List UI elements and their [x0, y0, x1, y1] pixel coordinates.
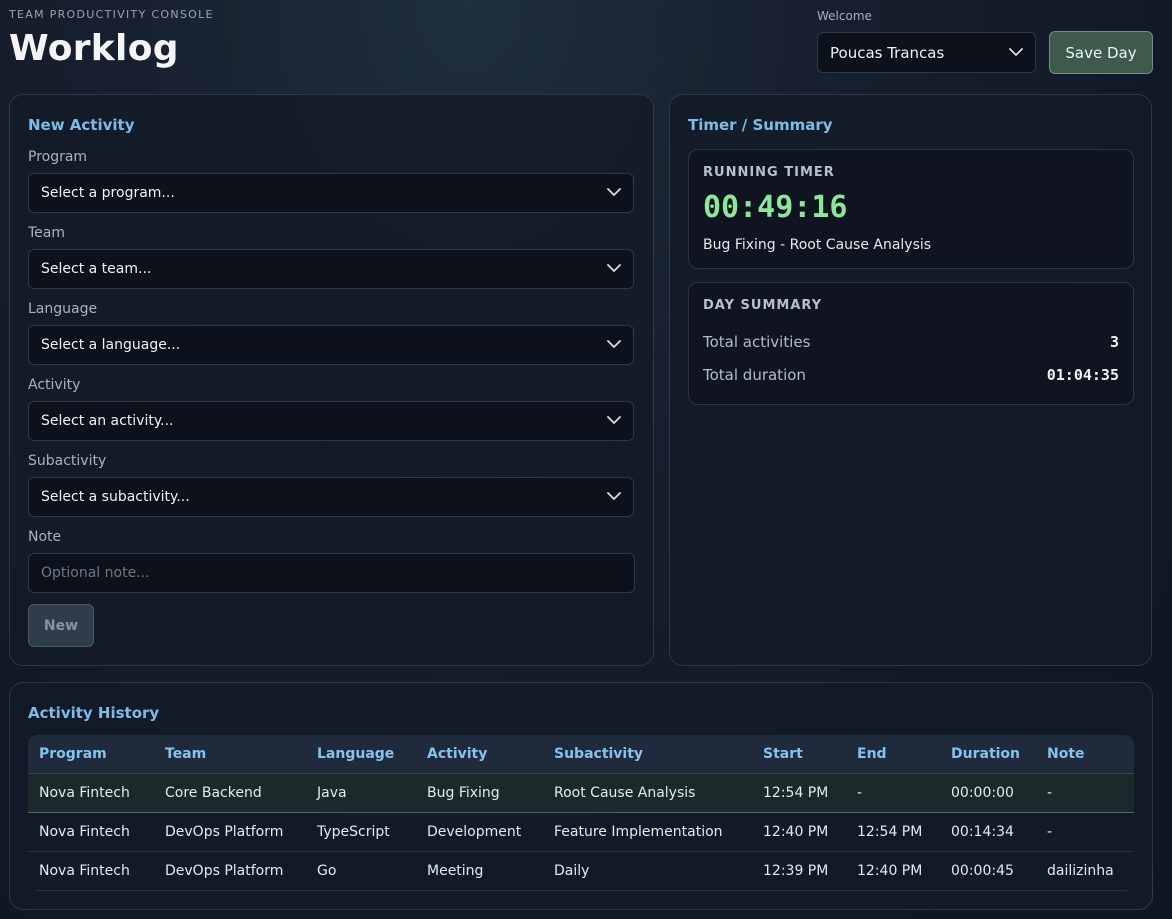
eyebrow-label: TEAM PRODUCTIVITY CONSOLE — [9, 8, 214, 21]
cell-note: dailizinha — [1036, 851, 1134, 891]
activity-select[interactable]: Select an activity... — [28, 401, 634, 441]
running-timer-panel: RUNNING TIMER 00:49:16 Bug Fixing - Root… — [688, 149, 1134, 269]
cell-program: Nova Fintech — [28, 851, 154, 891]
user-select[interactable]: Poucas Trancas — [817, 32, 1036, 73]
total-activities-value: 3 — [1109, 333, 1119, 351]
cell-program: Nova Fintech — [28, 773, 154, 813]
save-day-button[interactable]: Save Day — [1049, 31, 1153, 74]
cell-activity: Development — [416, 812, 543, 852]
chevron-down-icon — [607, 416, 621, 424]
cell-start: 12:54 PM — [752, 773, 846, 813]
language-label: Language — [28, 301, 98, 317]
day-summary-heading: DAY SUMMARY — [703, 298, 823, 313]
col-start[interactable]: Start — [752, 735, 846, 774]
col-duration[interactable]: Duration — [940, 735, 1036, 774]
subactivity-select[interactable]: Select a subactivity... — [28, 477, 634, 517]
cell-end: 12:54 PM — [846, 812, 940, 852]
col-note[interactable]: Note — [1036, 735, 1134, 774]
page-title: Worklog — [9, 28, 179, 69]
cell-end: - — [846, 773, 940, 813]
col-language[interactable]: Language — [306, 735, 416, 774]
new-activity-title: New Activity — [28, 116, 135, 134]
day-summary-panel: DAY SUMMARY Total activities 3 Total dur… — [688, 282, 1134, 405]
chevron-down-icon — [607, 492, 621, 500]
language-select[interactable]: Select a language... — [28, 325, 634, 365]
total-duration-label: Total duration — [703, 366, 806, 384]
timer-summary-card: Timer / Summary RUNNING TIMER 00:49:16 B… — [669, 94, 1152, 666]
col-subactivity[interactable]: Subactivity — [543, 735, 752, 774]
col-team[interactable]: Team — [154, 735, 306, 774]
team-select-value: Select a team... — [41, 261, 152, 277]
table-row[interactable]: Nova Fintech DevOps Platform Go Meeting … — [28, 851, 1134, 891]
total-activities-label: Total activities — [703, 333, 811, 351]
new-button[interactable]: New — [28, 604, 94, 647]
cell-activity: Meeting — [416, 851, 543, 891]
history-table: Program Team Language Activity Subactivi… — [28, 735, 1134, 891]
cell-note: - — [1036, 812, 1134, 852]
user-select-value: Poucas Trancas — [830, 43, 945, 62]
history-header-row: Program Team Language Activity Subactivi… — [28, 735, 1134, 774]
cell-team: DevOps Platform — [154, 851, 306, 891]
total-duration-value: 01:04:35 — [1046, 366, 1119, 384]
chevron-down-icon — [607, 264, 621, 272]
cell-activity: Bug Fixing — [416, 773, 543, 813]
chevron-down-icon — [1009, 47, 1023, 56]
language-select-value: Select a language... — [41, 337, 181, 353]
timer-summary-title: Timer / Summary — [688, 116, 833, 134]
new-activity-card: New Activity Program Select a program...… — [9, 94, 654, 666]
activity-label: Activity — [28, 377, 81, 393]
running-timer-heading: RUNNING TIMER — [703, 165, 835, 180]
history-table-wrap: Program Team Language Activity Subactivi… — [28, 735, 1134, 891]
activity-history-title: Activity History — [28, 704, 160, 722]
cell-start: 12:40 PM — [752, 812, 846, 852]
cell-language: Go — [306, 851, 416, 891]
table-row[interactable]: Nova Fintech DevOps Platform TypeScript … — [28, 812, 1134, 852]
cell-start: 12:39 PM — [752, 851, 846, 891]
team-select[interactable]: Select a team... — [28, 249, 634, 289]
cell-language: TypeScript — [306, 812, 416, 852]
note-label: Note — [28, 529, 62, 545]
cell-duration: 00:14:34 — [940, 812, 1036, 852]
program-select-value: Select a program... — [41, 185, 175, 201]
cell-team: DevOps Platform — [154, 812, 306, 852]
cell-end: 12:40 PM — [846, 851, 940, 891]
timer-display: 00:49:16 — [703, 190, 848, 225]
chevron-down-icon — [607, 340, 621, 348]
cell-duration: 00:00:00 — [940, 773, 1036, 813]
cell-subactivity: Feature Implementation — [543, 812, 752, 852]
timer-activity-label: Bug Fixing - Root Cause Analysis — [703, 237, 932, 253]
activity-select-value: Select an activity... — [41, 413, 174, 429]
cell-language: Java — [306, 773, 416, 813]
col-end[interactable]: End — [846, 735, 940, 774]
col-program[interactable]: Program — [28, 735, 154, 774]
note-input[interactable] — [28, 553, 635, 593]
chevron-down-icon — [607, 188, 621, 196]
cell-subactivity: Daily — [543, 851, 752, 891]
cell-duration: 00:00:45 — [940, 851, 1036, 891]
program-label: Program — [28, 149, 88, 165]
cell-subactivity: Root Cause Analysis — [543, 773, 752, 813]
program-select[interactable]: Select a program... — [28, 173, 634, 213]
team-label: Team — [28, 225, 66, 241]
subactivity-select-value: Select a subactivity... — [41, 489, 190, 505]
cell-note: - — [1036, 773, 1134, 813]
table-row[interactable]: Nova Fintech Core Backend Java Bug Fixin… — [28, 773, 1134, 813]
cell-program: Nova Fintech — [28, 812, 154, 852]
welcome-label: Welcome — [817, 9, 872, 23]
cell-team: Core Backend — [154, 773, 306, 813]
activity-history-card: Activity History Program Team Language A… — [9, 682, 1153, 910]
col-activity[interactable]: Activity — [416, 735, 543, 774]
subactivity-label: Subactivity — [28, 453, 107, 469]
